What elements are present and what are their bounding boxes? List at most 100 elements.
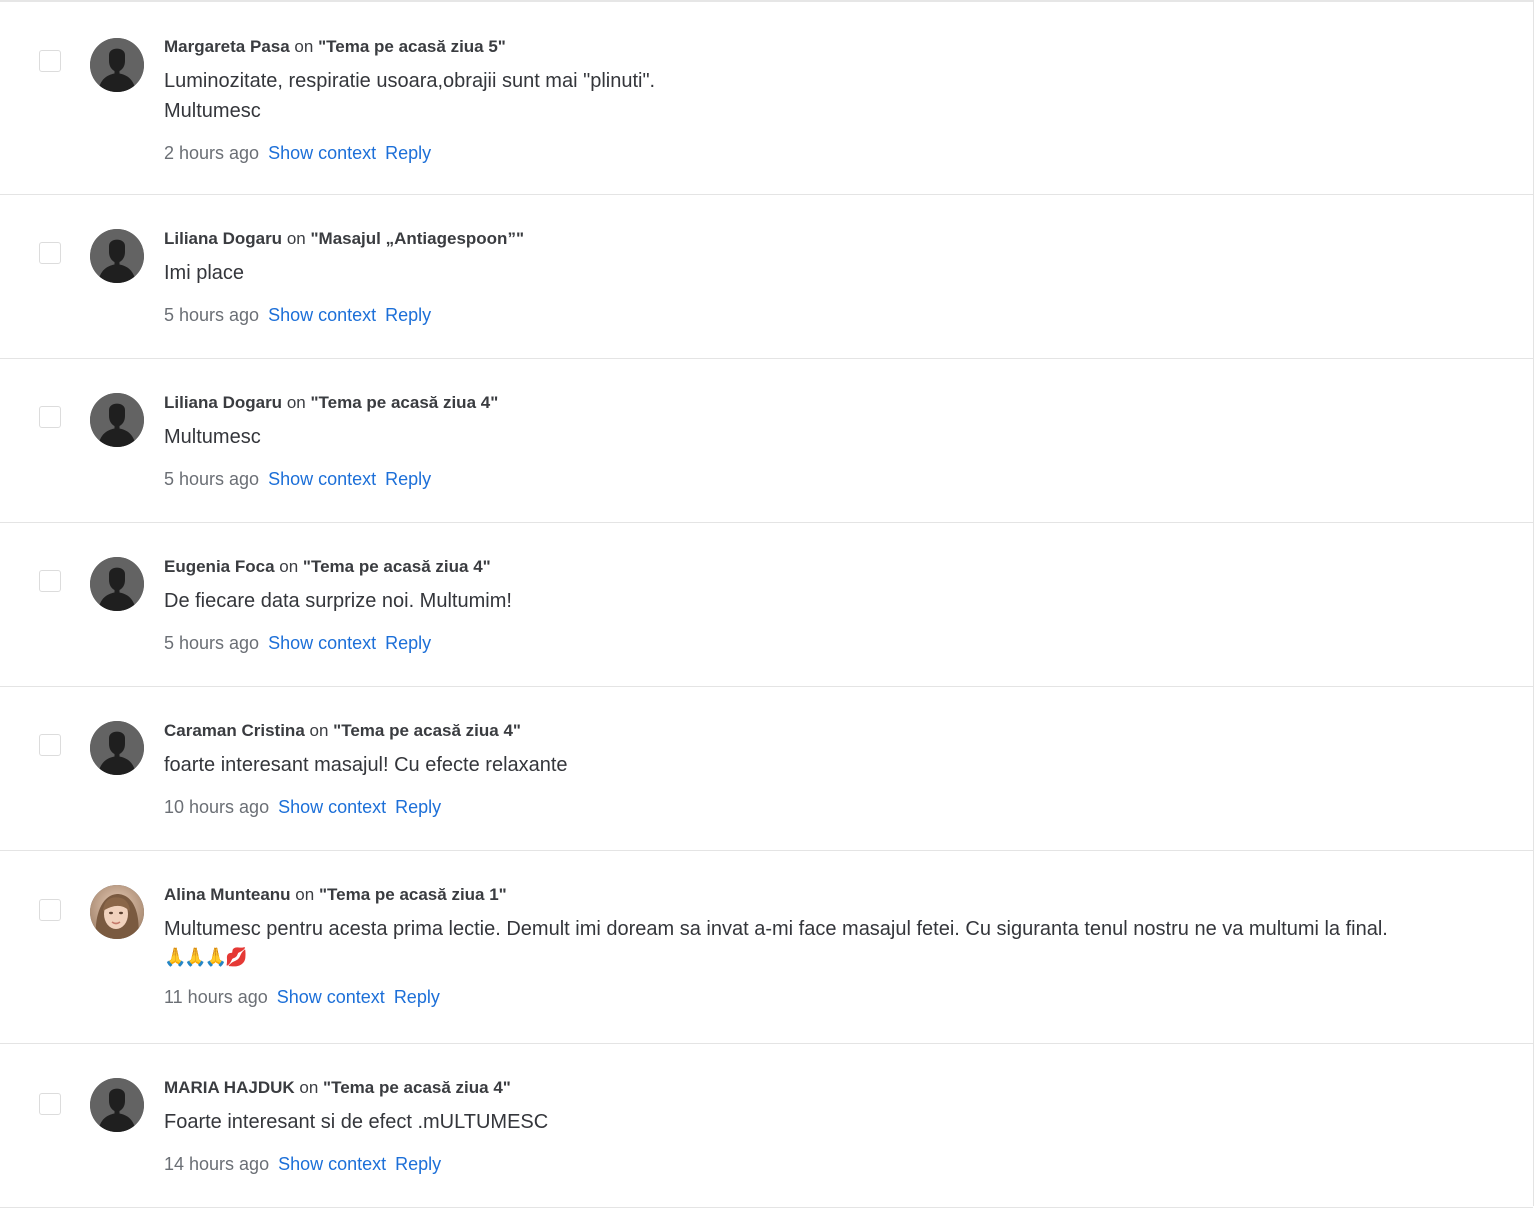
on-label: on xyxy=(309,721,329,740)
comment-header: Liliana Dogaru on "Masajul „Antiagespoon… xyxy=(164,228,1493,250)
default-avatar-icon[interactable] xyxy=(90,1078,144,1132)
select-comment-checkbox[interactable] xyxy=(39,1093,61,1115)
reply-link[interactable]: Reply xyxy=(385,633,431,653)
comment-author[interactable]: Liliana Dogaru xyxy=(164,393,282,412)
show-context-link[interactable]: Show context xyxy=(268,305,376,325)
show-context-link[interactable]: Show context xyxy=(277,987,385,1007)
reply-link[interactable]: Reply xyxy=(385,143,431,163)
comment-row: Caraman Cristina on "Tema pe acasă ziua … xyxy=(0,687,1533,851)
comment-timestamp: 10 hours ago xyxy=(164,797,270,817)
post-title[interactable]: "Masajul „Antiagespoon”" xyxy=(310,229,524,248)
comment-row: Liliana Dogaru on "Tema pe acasă ziua 4"… xyxy=(0,359,1533,523)
comment-text: Multumesc xyxy=(164,422,1493,452)
comment-content: Alina Munteanu on "Tema pe acasă ziua 1"… xyxy=(164,884,1493,1009)
comment-meta: 2 hours ago Show context Reply xyxy=(164,141,1493,165)
comment-content: Margareta Pasa on "Tema pe acasă ziua 5"… xyxy=(164,36,1493,165)
comment-row: Margareta Pasa on "Tema pe acasă ziua 5"… xyxy=(0,2,1533,195)
comment-row: Liliana Dogaru on "Masajul „Antiagespoon… xyxy=(0,195,1533,359)
comment-text: Multumesc pentru acesta prima lectie. De… xyxy=(164,914,1493,970)
comment-emoji-line: 🙏🙏🙏💋 xyxy=(164,947,248,967)
comment-text: Imi place xyxy=(164,258,1493,288)
comment-author[interactable]: Margareta Pasa xyxy=(164,37,290,56)
comment-text: Luminozitate, respiratie usoara,obrajii … xyxy=(164,66,1493,126)
comment-meta: 10 hours ago Show context Reply xyxy=(164,795,1493,819)
show-context-link[interactable]: Show context xyxy=(268,633,376,653)
comment-text-line: Multumesc pentru acesta prima lectie. De… xyxy=(164,918,1388,940)
reply-link[interactable]: Reply xyxy=(385,305,431,325)
comment-content: Liliana Dogaru on "Tema pe acasă ziua 4"… xyxy=(164,392,1493,491)
default-avatar-icon[interactable] xyxy=(90,38,144,92)
comment-text-line: Foarte interesant si de efect .mULTUMESC xyxy=(164,1111,549,1133)
comment-text: foarte interesant masajul! Cu efecte rel… xyxy=(164,750,1493,780)
comment-row: MARIA HAJDUK on "Tema pe acasă ziua 4" Fo… xyxy=(0,1044,1533,1208)
default-avatar-icon[interactable] xyxy=(90,229,144,283)
select-comment-checkbox[interactable] xyxy=(39,242,61,264)
select-comment-checkbox[interactable] xyxy=(39,406,61,428)
comment-content: MARIA HAJDUK on "Tema pe acasă ziua 4" Fo… xyxy=(164,1077,1493,1176)
comment-header: MARIA HAJDUK on "Tema pe acasă ziua 4" xyxy=(164,1077,1493,1099)
comment-header: Caraman Cristina on "Tema pe acasă ziua … xyxy=(164,720,1493,742)
comment-author[interactable]: MARIA HAJDUK xyxy=(164,1078,295,1097)
post-title[interactable]: "Tema pe acasă ziua 1" xyxy=(319,885,507,904)
comment-meta: 5 hours ago Show context Reply xyxy=(164,303,1493,327)
comment-text: De fiecare data surprize noi. Multumim! xyxy=(164,586,1493,616)
comment-content: Caraman Cristina on "Tema pe acasă ziua … xyxy=(164,720,1493,819)
comment-text-line: Multumesc xyxy=(164,426,261,448)
reply-link[interactable]: Reply xyxy=(385,469,431,489)
comment-text-line: foarte interesant masajul! Cu efecte rel… xyxy=(164,754,568,776)
comment-meta: 11 hours ago Show context Reply xyxy=(164,985,1493,1009)
show-context-link[interactable]: Show context xyxy=(268,143,376,163)
post-title[interactable]: "Tema pe acasă ziua 4" xyxy=(303,557,491,576)
comment-text-line: Luminozitate, respiratie usoara,obrajii … xyxy=(164,70,656,92)
comment-author[interactable]: Alina Munteanu xyxy=(164,885,291,904)
show-context-link[interactable]: Show context xyxy=(268,469,376,489)
comment-text-line: Imi place xyxy=(164,262,245,284)
select-comment-checkbox[interactable] xyxy=(39,899,61,921)
default-avatar-icon[interactable] xyxy=(90,557,144,611)
comment-meta: 5 hours ago Show context Reply xyxy=(164,631,1493,655)
user-photo-avatar[interactable] xyxy=(90,885,144,939)
post-title[interactable]: "Tema pe acasă ziua 4" xyxy=(310,393,498,412)
select-comment-checkbox[interactable] xyxy=(39,734,61,756)
comment-timestamp: 11 hours ago xyxy=(164,987,268,1007)
comment-author[interactable]: Eugenia Foca xyxy=(164,557,275,576)
reply-link[interactable]: Reply xyxy=(395,797,441,817)
comment-list: Margareta Pasa on "Tema pe acasă ziua 5"… xyxy=(0,0,1534,1208)
comment-timestamp: 14 hours ago xyxy=(164,1154,270,1174)
comment-author[interactable]: Caraman Cristina xyxy=(164,721,305,740)
post-title[interactable]: "Tema pe acasă ziua 4" xyxy=(323,1078,511,1097)
on-label: on xyxy=(286,229,306,248)
show-context-link[interactable]: Show context xyxy=(278,1154,386,1174)
post-title[interactable]: "Tema pe acasă ziua 4" xyxy=(333,721,521,740)
on-label: on xyxy=(299,1078,319,1097)
reply-link[interactable]: Reply xyxy=(394,987,440,1007)
comment-meta: 14 hours ago Show context Reply xyxy=(164,1152,1493,1176)
on-label: on xyxy=(279,557,299,576)
on-label: on xyxy=(294,37,314,56)
comment-author[interactable]: Liliana Dogaru xyxy=(164,229,282,248)
select-comment-checkbox[interactable] xyxy=(39,50,61,72)
comment-header: Liliana Dogaru on "Tema pe acasă ziua 4" xyxy=(164,392,1493,414)
comment-meta: 5 hours ago Show context Reply xyxy=(164,467,1493,491)
comment-timestamp: 5 hours ago xyxy=(164,305,260,325)
comment-text-line: De fiecare data surprize noi. Multumim! xyxy=(164,590,512,612)
post-title[interactable]: "Tema pe acasă ziua 5" xyxy=(318,37,506,56)
comment-row: Eugenia Foca on "Tema pe acasă ziua 4" De… xyxy=(0,523,1533,687)
default-avatar-icon[interactable] xyxy=(90,393,144,447)
comment-timestamp: 5 hours ago xyxy=(164,469,260,489)
on-label: on xyxy=(295,885,315,904)
comment-timestamp: 5 hours ago xyxy=(164,633,260,653)
select-comment-checkbox[interactable] xyxy=(39,570,61,592)
comment-header: Eugenia Foca on "Tema pe acasă ziua 4" xyxy=(164,556,1493,578)
default-avatar-icon[interactable] xyxy=(90,721,144,775)
comment-header: Margareta Pasa on "Tema pe acasă ziua 5" xyxy=(164,36,1493,58)
comment-content: Liliana Dogaru on "Masajul „Antiagespoon… xyxy=(164,228,1493,327)
comment-row: Alina Munteanu on "Tema pe acasă ziua 1"… xyxy=(0,851,1533,1044)
show-context-link[interactable]: Show context xyxy=(278,797,386,817)
reply-link[interactable]: Reply xyxy=(395,1154,441,1174)
comment-text: Foarte interesant si de efect .mULTUMESC xyxy=(164,1107,1493,1137)
comment-content: Eugenia Foca on "Tema pe acasă ziua 4" De… xyxy=(164,556,1493,655)
comment-header: Alina Munteanu on "Tema pe acasă ziua 1" xyxy=(164,884,1493,906)
on-label: on xyxy=(286,393,306,412)
comment-timestamp: 2 hours ago xyxy=(164,143,260,163)
